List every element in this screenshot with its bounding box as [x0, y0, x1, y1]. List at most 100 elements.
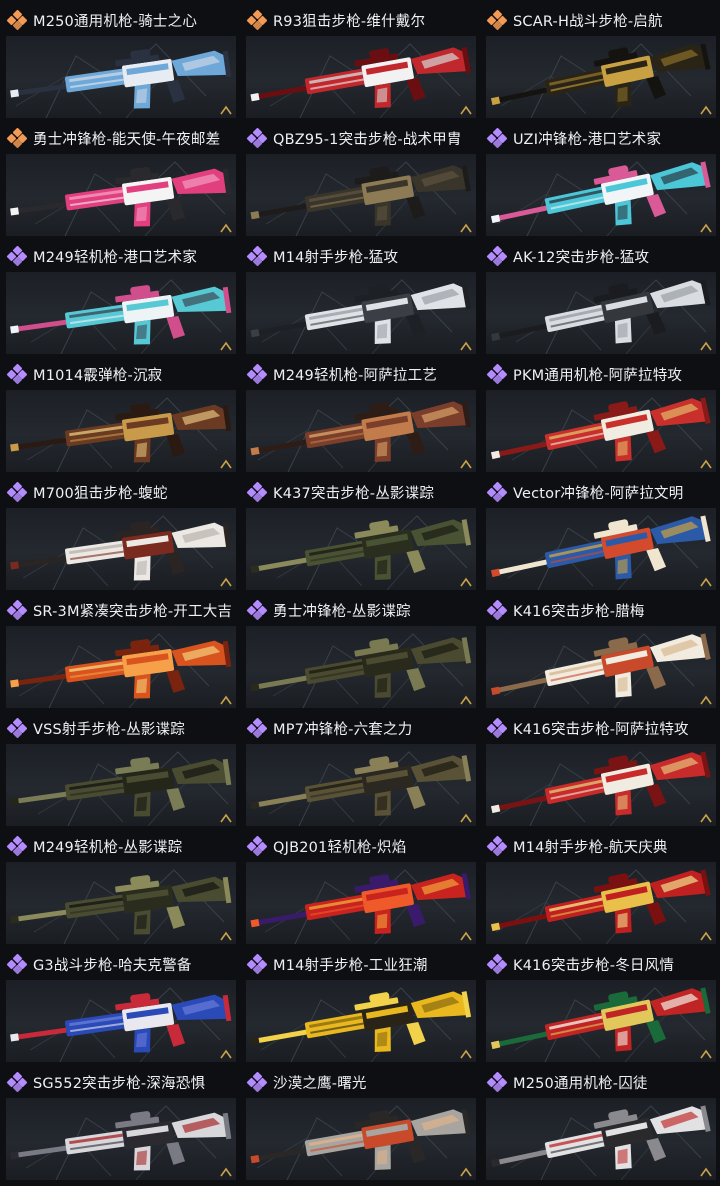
weapon-card[interactable]: M249轻机枪-港口艺术家	[4, 242, 236, 360]
weapon-name: G3战斗步枪-哈夫克警备	[33, 957, 192, 974]
weapon-card[interactable]: K416突击步枪-冬日风情	[484, 950, 716, 1068]
weapon-name: K416突击步枪-冬日风情	[513, 957, 675, 974]
weapon-preview[interactable]	[486, 1098, 716, 1180]
weapon-name: SR-3M紧凑突击步枪-开工大吉	[33, 603, 233, 620]
weapon-preview[interactable]	[246, 980, 476, 1062]
corner-chevron-icon	[700, 105, 712, 115]
weapon-preview[interactable]	[246, 508, 476, 590]
weapon-card[interactable]: M14射手步枪-猛攻	[244, 242, 476, 360]
weapon-image	[250, 165, 472, 227]
weapon-card[interactable]: R93狙击步枪-维什戴尔	[244, 6, 476, 124]
weapon-preview[interactable]	[246, 154, 476, 236]
weapon-skin-grid: M250通用机枪-骑士之心 R93狙击步枪-维什戴尔 SCAR-H战斗步枪-启航…	[4, 6, 716, 1186]
weapon-preview[interactable]	[486, 390, 716, 472]
weapon-card-header: 勇士冲锋枪-能天使-午夜邮差	[4, 124, 236, 152]
weapon-card-header: UZI冲锋枪-港口艺术家	[484, 124, 716, 152]
rarity-diamond-icon	[246, 9, 268, 31]
corner-chevron-icon	[220, 695, 232, 705]
weapon-card-header: 勇士冲锋枪-丛影谍踪	[244, 596, 476, 624]
weapon-card[interactable]: G3战斗步枪-哈夫克警备	[4, 950, 236, 1068]
rarity-diamond-icon	[486, 717, 508, 739]
corner-chevron-icon	[220, 931, 232, 941]
weapon-card[interactable]: AK-12突击步枪-猛攻	[484, 242, 716, 360]
weapon-card[interactable]: SR-3M紧凑突击步枪-开工大吉	[4, 596, 236, 714]
weapon-card[interactable]: SCAR-H战斗步枪-启航	[484, 6, 716, 124]
weapon-preview[interactable]	[486, 862, 716, 944]
weapon-card[interactable]: M249轻机枪-丛影谍踪	[4, 832, 236, 950]
weapon-name: K416突击步枪-阿萨拉特攻	[513, 721, 689, 738]
weapon-image	[250, 873, 472, 935]
weapon-card-header: K416突击步枪-阿萨拉特攻	[484, 714, 716, 742]
weapon-card[interactable]: K416突击步枪-腊梅	[484, 596, 716, 714]
weapon-card-header: M700狙击步枪-蝮蛇	[4, 478, 236, 506]
weapon-card-header: SCAR-H战斗步枪-启航	[484, 6, 716, 34]
weapon-card[interactable]: Vector冲锋枪-阿萨拉文明	[484, 478, 716, 596]
weapon-name: M700狙击步枪-蝮蛇	[33, 485, 168, 502]
weapon-preview[interactable]	[486, 626, 716, 708]
weapon-preview[interactable]	[246, 272, 476, 354]
weapon-preview[interactable]	[246, 390, 476, 472]
weapon-preview[interactable]	[486, 744, 716, 826]
corner-chevron-icon	[220, 341, 232, 351]
weapon-card[interactable]: M250通用机枪-骑士之心	[4, 6, 236, 124]
weapon-preview[interactable]	[6, 626, 236, 708]
weapon-preview[interactable]	[246, 1098, 476, 1180]
weapon-card[interactable]: K437突击步枪-丛影谍踪	[244, 478, 476, 596]
weapon-preview[interactable]	[6, 390, 236, 472]
weapon-image	[10, 993, 232, 1053]
weapon-card-header: M249轻机枪-港口艺术家	[4, 242, 236, 270]
weapon-preview[interactable]	[6, 272, 236, 354]
weapon-preview[interactable]	[6, 508, 236, 590]
weapon-card[interactable]: 勇士冲锋枪-能天使-午夜邮差	[4, 124, 236, 242]
weapon-card[interactable]: MP7冲锋枪-六套之力	[244, 714, 476, 832]
weapon-preview[interactable]	[6, 862, 236, 944]
weapon-card[interactable]: PKM通用机枪-阿萨拉特攻	[484, 360, 716, 478]
weapon-card[interactable]: M249轻机枪-阿萨拉工艺	[244, 360, 476, 478]
weapon-card[interactable]: M14射手步枪-工业狂潮	[244, 950, 476, 1068]
weapon-card-header: G3战斗步枪-哈夫克警备	[4, 950, 236, 978]
weapon-card[interactable]: M250通用机枪-囚徒	[484, 1068, 716, 1186]
weapon-card[interactable]: QBZ95-1突击步枪-战术甲胄	[244, 124, 476, 242]
weapon-preview[interactable]	[486, 272, 716, 354]
weapon-card[interactable]: K416突击步枪-阿萨拉特攻	[484, 714, 716, 832]
rarity-diamond-icon	[6, 363, 28, 385]
rarity-diamond-icon	[6, 245, 28, 267]
weapon-preview[interactable]	[486, 36, 716, 118]
weapon-preview[interactable]	[246, 744, 476, 826]
weapon-card[interactable]: QJB201轻机枪-炽焰	[244, 832, 476, 950]
weapon-card[interactable]: M1014霰弹枪-沉寂	[4, 360, 236, 478]
weapon-name: UZI冲锋枪-港口艺术家	[513, 131, 662, 148]
weapon-preview[interactable]	[6, 36, 236, 118]
weapon-image	[490, 279, 711, 344]
weapon-preview[interactable]	[6, 154, 236, 236]
weapon-preview[interactable]	[6, 1098, 236, 1180]
weapon-preview[interactable]	[246, 626, 476, 708]
weapon-name: 沙漠之鹰-曙光	[273, 1075, 367, 1092]
weapon-image	[10, 167, 232, 227]
weapon-card-header: K437突击步枪-丛影谍踪	[244, 478, 476, 506]
weapon-preview[interactable]	[6, 744, 236, 826]
weapon-card[interactable]: SG552突击步枪-深海恐惧	[4, 1068, 236, 1186]
rarity-diamond-icon	[246, 953, 268, 975]
weapon-card[interactable]: VSS射手步枪-丛影谍踪	[4, 714, 236, 832]
weapon-preview[interactable]	[246, 36, 476, 118]
weapon-name: K437突击步枪-丛影谍踪	[273, 485, 435, 502]
weapon-card[interactable]: 勇士冲锋枪-丛影谍踪	[244, 596, 476, 714]
weapon-preview[interactable]	[486, 508, 716, 590]
weapon-card[interactable]: M14射手步枪-航天庆典	[484, 832, 716, 950]
rarity-diamond-icon	[486, 835, 508, 857]
weapon-card-header: AK-12突击步枪-猛攻	[484, 242, 716, 270]
weapon-preview[interactable]	[486, 154, 716, 236]
weapon-preview[interactable]	[6, 980, 236, 1062]
corner-chevron-icon	[220, 577, 232, 587]
weapon-image	[490, 515, 711, 580]
weapon-preview[interactable]	[246, 862, 476, 944]
rarity-diamond-icon	[486, 363, 508, 385]
weapon-image	[490, 161, 711, 226]
rarity-diamond-icon	[486, 481, 508, 503]
weapon-card[interactable]: UZI冲锋枪-港口艺术家	[484, 124, 716, 242]
weapon-preview[interactable]	[486, 980, 716, 1062]
weapon-card[interactable]: 沙漠之鹰-曙光	[244, 1068, 476, 1186]
weapon-card[interactable]: M700狙击步枪-蝮蛇	[4, 478, 236, 596]
weapon-name: M249轻机枪-丛影谍踪	[33, 839, 183, 856]
